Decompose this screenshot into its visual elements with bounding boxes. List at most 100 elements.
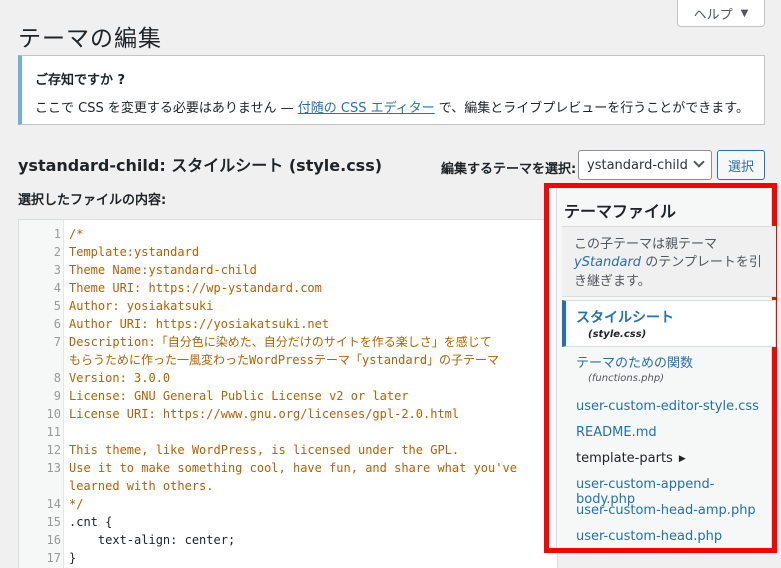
page-title: テーマの編集 (18, 26, 162, 52)
line-number: 5 (53, 299, 61, 313)
line-text: もらうために作った一風変わったWordPressテーマ「ystandard」の子… (69, 353, 500, 367)
select-button[interactable]: 選択 (717, 150, 765, 180)
line-number: 3 (53, 263, 61, 277)
theme-files-description: この子テーマは親テーマ yStandard のテンプレートを引き継ぎます。 (562, 226, 776, 297)
code-line: 7 Description:「自分色に染めた、自分だけのサイトを作る楽しさ」を感じ… (19, 333, 517, 351)
code-line: 17} (19, 549, 517, 567)
line-number: 1 (53, 227, 61, 241)
theme-file-item[interactable]: user-custom-head-amp.php (562, 503, 776, 518)
theme-file-label: README.md (576, 425, 657, 440)
theme-file-item[interactable]: user-custom-editor-style.css (562, 399, 776, 414)
code-line: 8 Version: 3.0.0 (19, 369, 517, 387)
theme-files-panel: テーマファイル この子テーマは親テーマ yStandard のテンプレートを引き… (544, 183, 777, 553)
line-text: License: GNU General Public License v2 o… (69, 389, 409, 403)
theme-file-item[interactable]: user-custom-head.php (562, 529, 776, 544)
line-number (19, 351, 61, 369)
theme-select-label: 編集するテーマを選択: (441, 162, 577, 177)
notice-text: ここで CSS を変更する必要はありません — 付随の CSS エディター で、… (35, 97, 749, 116)
theme-file-item[interactable]: テーマのための関数 (functions.php) (562, 352, 776, 384)
code-line: もらうために作った一風変わったWordPressテーマ「ystandard」の子… (19, 351, 517, 369)
code-editor[interactable]: 1 /* 2 Template:ystandard 3 Theme Name:ystand… (18, 219, 558, 568)
line-text: } (69, 551, 77, 565)
line-number: 14 (46, 497, 61, 511)
line-text: Theme URI: https://wp-ystandard.com (69, 281, 322, 295)
chevron-down-icon (693, 156, 705, 168)
line-text: Author: yosiakatsuki (69, 299, 214, 313)
line-text: Author URI: https://yosiakatsuki.net (69, 317, 330, 331)
file-theme-name: ystandard-child: (18, 156, 166, 175)
file-label: スタイルシート (style.css) (165, 156, 383, 175)
line-text: License URI: https://www.gnu.org/license… (69, 407, 460, 421)
theme-file-label: user-custom-head-amp.php (576, 503, 756, 518)
line-number: 13 (46, 461, 61, 475)
code-lines: 1 /* 2 Template:ystandard 3 Theme Name:ystand… (19, 225, 517, 567)
code-line: 13 Use it to make something cool, have fu… (19, 459, 517, 477)
theme-file-filename: (functions.php) (588, 373, 665, 384)
content-label: 選択したファイルの内容: (18, 193, 167, 208)
code-line: 1 /* (19, 225, 517, 243)
theme-file-label: user-custom-head.php (576, 529, 723, 544)
folder-template-parts[interactable]: template-parts ▶ (562, 451, 696, 466)
code-line: 10 License URI: https://www.gnu.org/licen… (19, 405, 517, 423)
folder-label: template-parts (576, 451, 673, 466)
code-line: 11 (19, 423, 517, 441)
line-number: 9 (53, 389, 61, 403)
code-line: 15 .cnt { (19, 513, 517, 531)
line-number: 17 (46, 551, 61, 565)
line-number: 16 (46, 533, 61, 547)
line-number: 15 (46, 515, 61, 529)
code-line: 6 Author URI: https://yosiakatsuki.net (19, 315, 517, 333)
caret-down-icon: ▼ (740, 7, 749, 19)
line-number: 6 (53, 317, 61, 331)
line-number (19, 477, 61, 495)
theme-select-value: ystandard-child (587, 157, 688, 173)
help-button[interactable]: ヘルプ ▼ (677, 0, 765, 27)
desc-parent-theme: yStandard (574, 255, 642, 271)
line-text: .cnt { (69, 515, 113, 529)
theme-file-label: テーマのための関数 (576, 356, 694, 371)
line-text: text-align: center; (69, 533, 236, 547)
css-editor-link[interactable]: 付随の CSS エディター (298, 101, 435, 116)
code-line: 3 Theme Name:ystandard-child (19, 261, 517, 279)
line-text: Version: 3.0.0 (69, 371, 171, 385)
theme-select[interactable]: ystandard-child (578, 150, 712, 180)
notice-text-after: で、編集とライブプレビューを行うことができます。 (434, 101, 749, 116)
line-text (61, 423, 69, 441)
line-number: 7 (53, 335, 61, 349)
notice-title: ご存知ですか ? (35, 73, 126, 88)
line-text: Description:「自分色に染めた、自分だけのサイトを作る楽しさ」を感じて (69, 335, 492, 349)
notice-text-before: ここで CSS を変更する必要はありません — (35, 101, 298, 116)
theme-file-item[interactable]: スタイルシート (style.css) (562, 300, 776, 347)
theme-file-label: スタイルシート (576, 310, 674, 326)
line-text: Template:ystandard (69, 245, 200, 259)
code-line: 14 */ (19, 495, 517, 513)
theme-files-title: テーマファイル (564, 202, 677, 221)
line-text: Use it to make something cool, have fun,… (69, 461, 517, 475)
line-number: 8 (53, 371, 61, 385)
theme-files-inner: テーマファイル この子テーマは親テーマ yStandard のテンプレートを引き… (556, 188, 776, 548)
line-number: 12 (46, 443, 61, 457)
code-line: learned with others. (19, 477, 517, 495)
desc-before: この子テーマは親テーマ (574, 237, 718, 252)
line-number: 11 (46, 425, 61, 439)
caret-right-icon: ▶ (678, 453, 686, 464)
theme-file-filename: (style.css) (588, 329, 647, 340)
line-number: 2 (53, 245, 61, 259)
theme-file-item[interactable]: README.md (562, 425, 776, 440)
line-text: This theme, like WordPress, is licensed … (69, 443, 460, 457)
theme-file-label: user-custom-editor-style.css (576, 399, 759, 414)
code-line: 16 text-align: center; (19, 531, 517, 549)
help-label: ヘルプ (693, 7, 733, 23)
line-text: /* (69, 227, 84, 241)
line-text: learned with others. (69, 479, 214, 493)
file-heading: ystandard-child: スタイルシート (style.css) (18, 152, 382, 176)
line-number: 4 (53, 281, 61, 295)
line-number: 10 (46, 407, 61, 421)
line-text: Theme Name:ystandard-child (69, 263, 257, 277)
code-line: 4 Theme URI: https://wp-ystandard.com (19, 279, 517, 297)
line-text: */ (69, 497, 84, 511)
info-notice: ご存知ですか ? ここで CSS を変更する必要はありません — 付随の CSS… (18, 55, 765, 125)
code-line: 2 Template:ystandard (19, 243, 517, 261)
code-line: 9 License: GNU General Public License v2 … (19, 387, 517, 405)
code-line: 12 This theme, like WordPress, is license… (19, 441, 517, 459)
